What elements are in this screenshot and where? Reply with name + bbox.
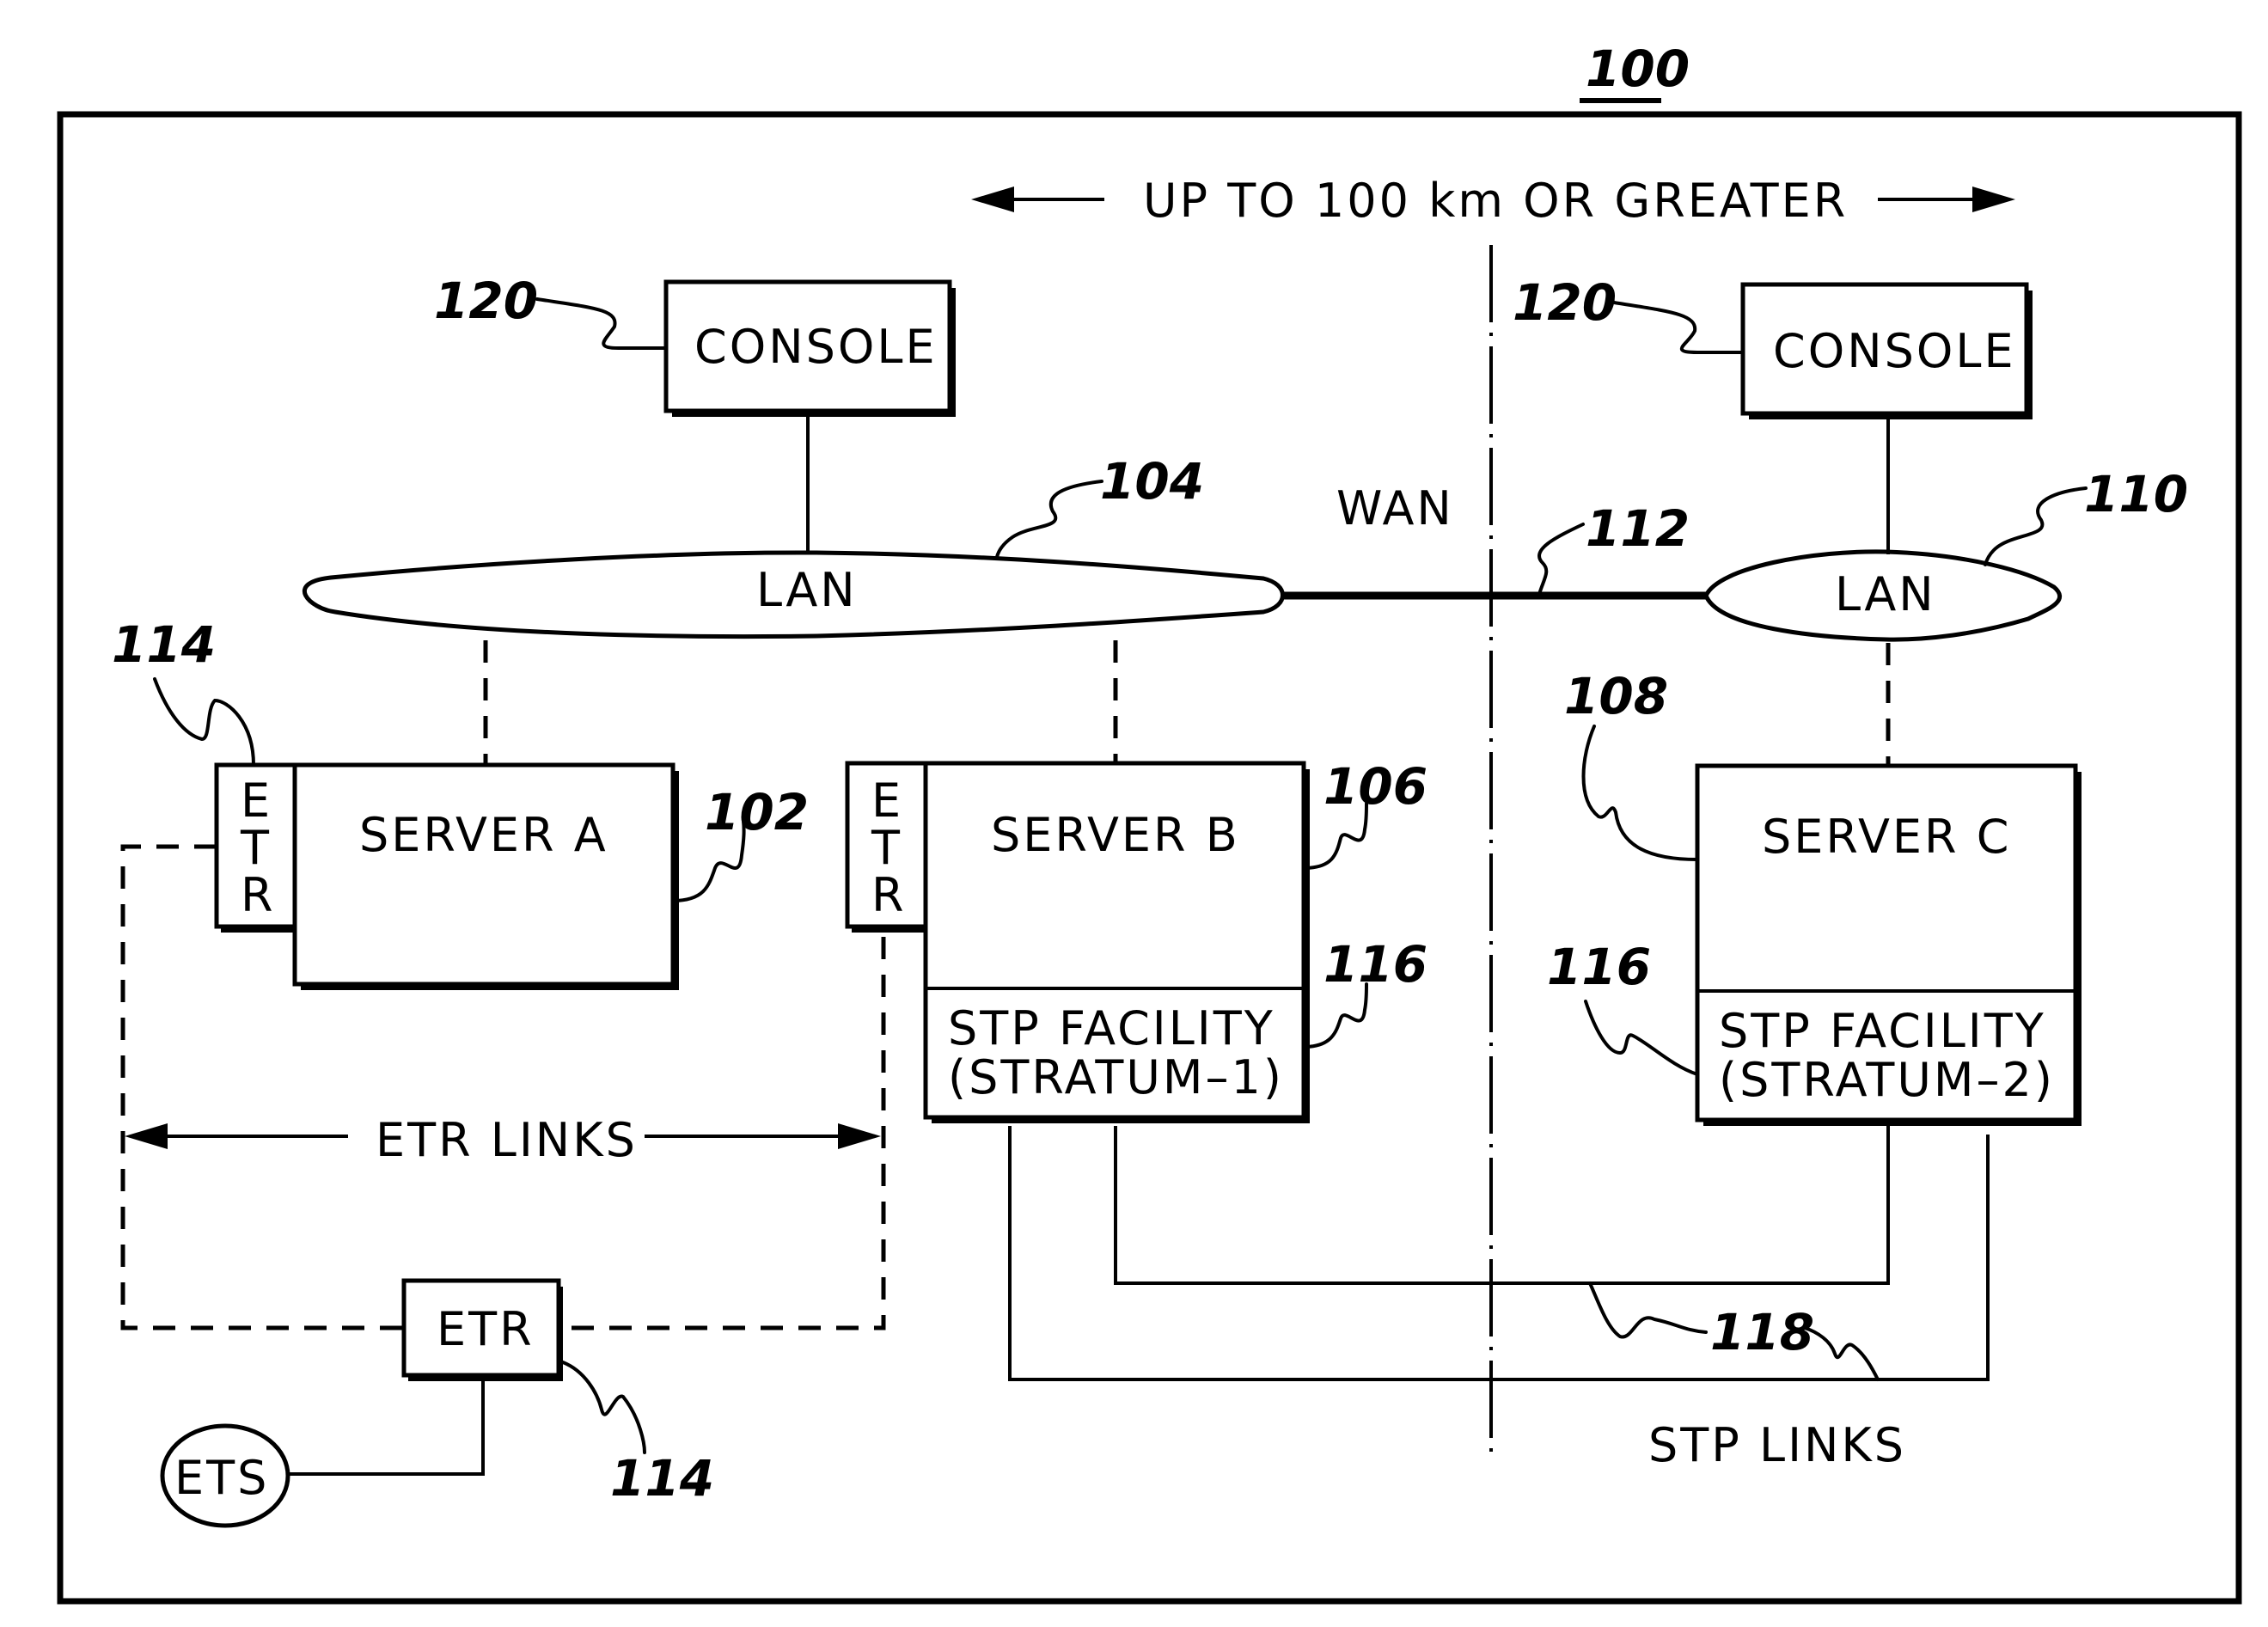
distance-label: UP TO 100 km OR GREATER (1143, 174, 1848, 228)
figure-number: 100 (1586, 40, 1690, 98)
ref-120-right: 120 (1513, 273, 1617, 332)
ref-116-left: 116 (1324, 935, 1427, 994)
console-right-label: CONSOLE (1773, 324, 2016, 378)
leader-116-right (1584, 1000, 1699, 1076)
stp-b-line1: STP FACILITY (948, 1001, 1275, 1055)
leader-112 (1537, 523, 1585, 599)
wan-label: WAN (1336, 481, 1454, 535)
arrow-left-icon (971, 187, 1014, 212)
stp-c-line2: (STRATUM–2) (1719, 1053, 2055, 1107)
lan-left-label: LAN (756, 563, 858, 617)
ref-116-right: 116 (1547, 938, 1651, 996)
etr-a-letter-e: E (241, 774, 272, 828)
server-c-label: SERVER C (1762, 810, 2011, 864)
etr-b-letter-e: E (871, 774, 903, 828)
ref-104: 104 (1100, 452, 1204, 511)
ref-108: 108 (1564, 667, 1668, 725)
etr-to-ets (288, 1379, 485, 1476)
ref-102: 102 (705, 783, 809, 841)
lan-right-label: LAN (1835, 567, 1936, 621)
console-left-label: CONSOLE (694, 320, 938, 374)
arrow-right-icon (838, 1123, 881, 1149)
server-a-label: SERVER A (359, 808, 608, 862)
etr-b-letter-t: T (871, 821, 902, 875)
ref-114-top: 114 (112, 615, 216, 674)
ref-110: 110 (2084, 465, 2188, 523)
ref-112: 112 (1586, 499, 1690, 558)
stp-c-line1: STP FACILITY (1719, 1004, 2046, 1058)
leader-120-left (535, 297, 668, 350)
leader-114-top (153, 677, 255, 767)
leader-108 (1581, 725, 1699, 861)
leader-120-right (1612, 301, 1745, 354)
stp-b-line2: (STRATUM–1) (948, 1050, 1284, 1104)
arrow-right-icon (1972, 187, 2015, 212)
etr-links-label: ETR LINKS (376, 1113, 638, 1167)
server-a (292, 762, 676, 987)
distance-indicator: UP TO 100 km OR GREATER (971, 174, 2015, 228)
leader-118-b (1803, 1326, 1880, 1381)
ref-114-bottom: 114 (610, 1449, 714, 1508)
leader-110 (1984, 486, 2088, 566)
leader-118-a (1588, 1281, 1708, 1339)
server-b-label: SERVER B (991, 808, 1240, 862)
diagram-canvas: 100 UP TO 100 km OR GREATER WAN CONSOLE … (57, 40, 2242, 1605)
stp-link-inner (1114, 1126, 1890, 1285)
stp-links-label: STP LINKS (1648, 1418, 1906, 1472)
ref-120-left: 120 (434, 272, 538, 330)
ref-106: 106 (1324, 757, 1427, 816)
stp-link-outer (1008, 1126, 1990, 1381)
ref-118: 118 (1710, 1303, 1814, 1361)
etr-box-label: ETR (437, 1302, 535, 1356)
etr-a-letter-t: T (240, 821, 272, 875)
etr-b-letter-r: R (871, 868, 907, 922)
leader-104 (995, 480, 1103, 559)
leader-114-bottom (561, 1361, 646, 1454)
ets-label: ETS (174, 1451, 269, 1505)
etr-links-indicator: ETR LINKS (125, 1113, 881, 1167)
etr-a-letter-r: R (241, 868, 276, 922)
arrow-left-icon (125, 1123, 168, 1149)
